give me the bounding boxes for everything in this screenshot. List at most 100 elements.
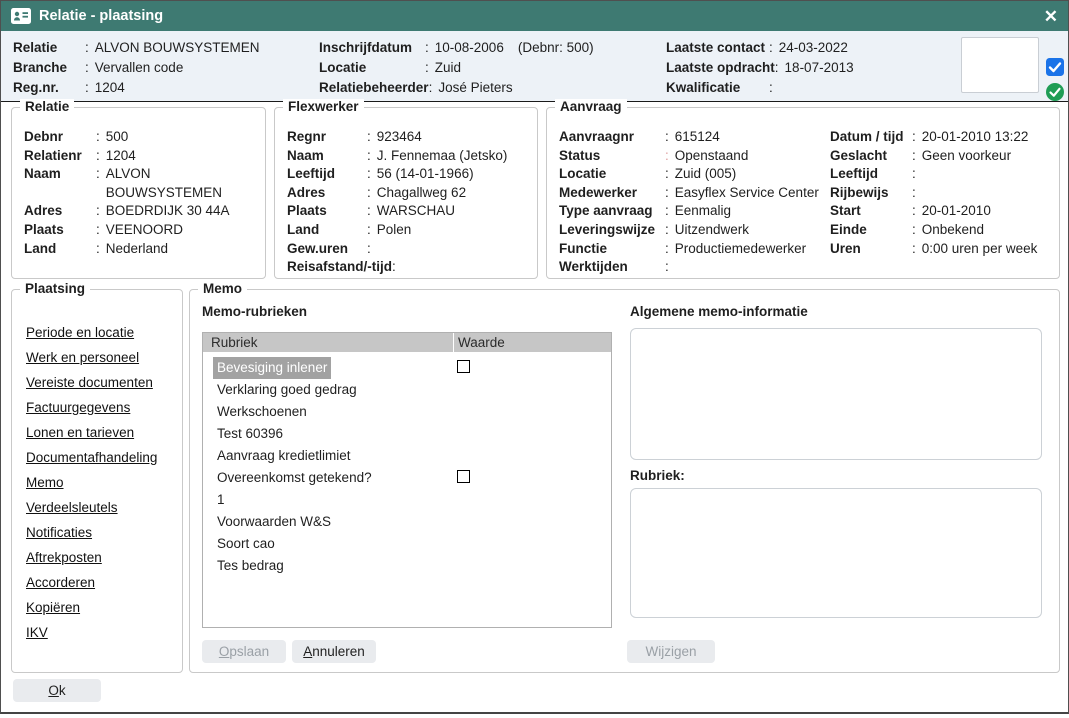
info-row: Reisafstand/-tijd: [287,258,537,277]
info-row: Einde:Onbekend [830,221,1037,240]
info-row: Medewerker:Easyflex Service Center [559,184,819,203]
laatste-opdracht-value: 18-07-2013 [785,58,854,78]
info-row: Type aanvraag:Eenmalig [559,202,819,221]
annuleren-button[interactable]: Annuleren [292,640,376,663]
info-row: Rijbewijs: [830,184,1037,203]
table-body: Bevesiging inlener Verklaring goed gedra… [203,352,611,577]
info-row: Geslacht:Geen voorkeur [830,147,1037,166]
nav-link-lonen-en-tarieven[interactable]: Lonen en tarieven [26,420,182,445]
regnr-value: 1204 [95,78,125,98]
info-row: Debnr:500 [24,128,265,147]
nav-link-memo[interactable]: Memo [26,470,182,495]
green-check-icon[interactable] [1046,83,1064,104]
inschrijfdatum-value: 10-08-2006 [435,38,504,58]
table-row[interactable]: Test 60396 [203,423,611,445]
info-row: Land:Nederland [24,240,265,259]
algemene-memo-label: Algemene memo-informatie [630,304,808,319]
plaatsing-legend: Plaatsing [20,281,90,296]
summary-row: Relatie:ALVON BOUWSYSTEMEN [13,38,260,58]
aanvraag-left-rows: Aanvraagnr:615124 Status:Openstaand Loca… [559,128,819,277]
summary-row: Branche:Vervallen code [13,58,260,78]
aanvraag-legend: Aanvraag [555,99,627,114]
locatie-value: Zuid [435,58,461,78]
info-row: Relatienr:1204 [24,147,265,166]
info-row: Werktijden: [559,258,819,277]
relatie-plaatsing-window: Relatie - plaatsing ✕ Relatie:ALVON BOUW… [0,0,1069,714]
nav-link-notificaties[interactable]: Notificaties [26,520,182,545]
summary-row: Laatste contact:24-03-2022 [666,38,854,58]
table-row[interactable]: Verklaring goed gedrag [203,379,611,401]
close-icon[interactable]: ✕ [1044,8,1058,25]
table-row[interactable]: Overeenkomst getekend? [203,467,611,489]
info-row: Leeftijd: [830,165,1037,184]
summary-col-inschrijving: Inschrijfdatum:10-08-2006(Debnr: 500) Lo… [319,38,594,98]
ok-button[interactable]: Ok [13,679,101,702]
photo-placeholder [961,37,1039,93]
nav-link-documentafhandeling[interactable]: Documentafhandeling [26,445,182,470]
nav-link-werk-en-personeel[interactable]: Werk en personeel [26,345,182,370]
info-row: Datum / tijd:20-01-2010 13:22 [830,128,1037,147]
info-row: Adres:Chagallweg 62 [287,184,537,203]
summary-header: Relatie:ALVON BOUWSYSTEMEN Branche:Verva… [1,31,1068,102]
info-row: Leveringswijze:Uitzendwerk [559,221,819,240]
contact-card-icon [11,8,31,24]
nav-link-kopieren[interactable]: Kopiëren [26,595,182,620]
info-row: Gew.uren: [287,240,537,259]
checkbox[interactable] [457,470,470,483]
nav-link-ikv[interactable]: IKV [26,620,182,645]
nav-link-factuurgegevens[interactable]: Factuurgegevens [26,395,182,420]
info-row: Status:Openstaand [559,147,819,166]
table-row[interactable]: 1 [203,489,611,511]
table-row[interactable]: Aanvraag kredietlimiet [203,445,611,467]
checkbox[interactable] [457,360,470,373]
rubriek-textarea[interactable] [630,488,1042,618]
memo-rubrieken-table: Rubriek Waarde Bevesiging inlener Verkla… [202,332,612,628]
algemene-memo-textarea[interactable] [630,328,1042,460]
table-row[interactable]: Tes bedrag [203,555,611,577]
summary-row: Relatiebeheerder:José Pieters [319,78,594,98]
info-row: Regnr:923464 [287,128,537,147]
aanvraag-right-rows: Datum / tijd:20-01-2010 13:22 Geslacht:G… [830,128,1037,258]
opslaan-button[interactable]: Opslaan [202,640,286,663]
table-row[interactable]: Bevesiging inlener [203,357,611,379]
summary-row: Reg.nr.:1204 [13,78,260,98]
nav-link-periode-en-locatie[interactable]: Periode en locatie [26,320,182,345]
laatste-contact-value: 24-03-2022 [779,38,848,58]
debnr-extra: (Debnr: 500) [518,38,594,58]
summary-row: Kwalificatie: [666,78,854,98]
plaatsing-nav: Periode en locatie Werk en personeel Ver… [12,290,182,645]
memo-rubrieken-title: Memo-rubrieken [202,304,307,319]
info-row: Start:20-01-2010 [830,202,1037,221]
table-row[interactable]: Werkschoenen [203,401,611,423]
nav-link-vereiste-documenten[interactable]: Vereiste documenten [26,370,182,395]
nav-link-aftrekposten[interactable]: Aftrekposten [26,545,182,570]
table-row[interactable]: Voorwaarden W&S [203,511,611,533]
relatiebeheerder-value: José Pieters [438,78,512,98]
nav-link-verdeelsleutels[interactable]: Verdeelsleutels [26,495,182,520]
flexwerker-rows: Regnr:923464 Naam:J. Fennemaa (Jetsko) L… [275,108,537,277]
table-row[interactable]: Soort cao [203,533,611,555]
info-row: Plaats:WARSCHAU [287,202,537,221]
info-row: Aanvraagnr:615124 [559,128,819,147]
flexwerker-fieldset: Flexwerker Regnr:923464 Naam:J. Fennemaa… [274,107,538,279]
table-header: Rubriek Waarde [203,333,611,352]
nav-link-accorderen[interactable]: Accorderen [26,570,182,595]
summary-col-relatie: Relatie:ALVON BOUWSYSTEMEN Branche:Verva… [13,38,260,98]
info-row: Adres:BOEDRDIJK 30 44A [24,202,265,221]
aanvraag-fieldset: Aanvraag Aanvraagnr:615124 Status:Openst… [546,107,1060,279]
wijzigen-button[interactable]: Wijzigen [627,640,715,663]
info-row: Functie:Productiemedewerker [559,240,819,259]
memo-fieldset: Memo Memo-rubrieken Rubriek Waarde Beves… [189,289,1060,673]
summary-row: Inschrijfdatum:10-08-2006(Debnr: 500) [319,38,594,58]
blue-checkbox-icon[interactable] [1046,58,1064,79]
branche-value: Vervallen code [95,58,184,78]
relatie-legend: Relatie [20,99,74,114]
window-title: Relatie - plaatsing [39,8,163,24]
status-icons [1046,58,1064,104]
titlebar: Relatie - plaatsing ✕ [1,1,1068,31]
info-row: Locatie:Zuid (005) [559,165,819,184]
relatie-value: ALVON BOUWSYSTEMEN [95,38,260,58]
status-colon: : [665,147,669,166]
info-row: Naam:J. Fennemaa (Jetsko) [287,147,537,166]
info-row: Land:Polen [287,221,537,240]
